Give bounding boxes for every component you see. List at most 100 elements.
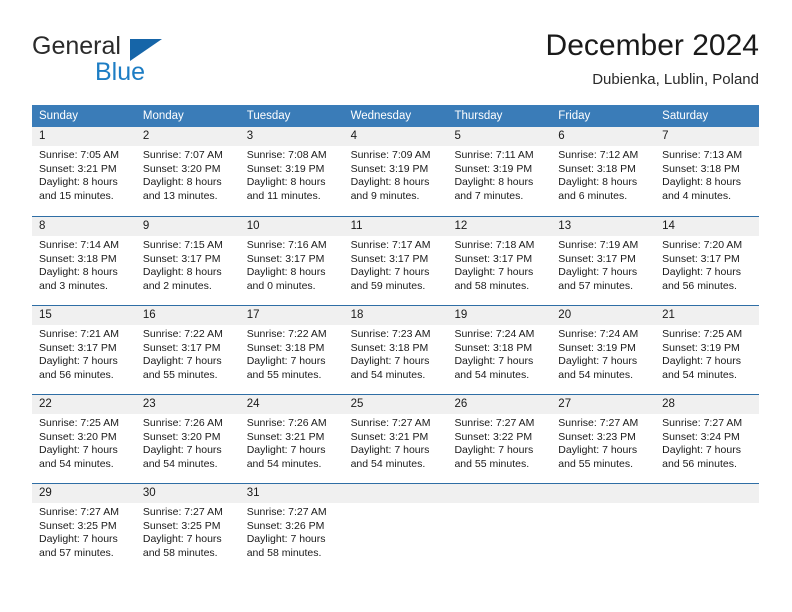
day-number[interactable]: 16 (136, 306, 240, 325)
day-cell[interactable]: Sunrise: 7:27 AM Sunset: 3:25 PM Daylight:… (32, 503, 136, 571)
day-cell[interactable]: Sunrise: 7:12 AM Sunset: 3:18 PM Daylight:… (551, 146, 655, 214)
brand-logo[interactable]: General Blue (32, 32, 262, 90)
day-number[interactable]: 3 (240, 127, 344, 146)
day-number[interactable]: 5 (447, 127, 551, 146)
day-detail-line: Daylight: 7 hours (39, 533, 118, 546)
day-number[interactable]: 29 (32, 484, 136, 503)
day-number[interactable]: 23 (136, 395, 240, 414)
day-cell[interactable]: Sunrise: 7:19 AM Sunset: 3:17 PM Daylight:… (551, 236, 655, 304)
day-cell[interactable]: Sunrise: 7:17 AM Sunset: 3:17 PM Daylight:… (344, 236, 448, 304)
day-detail-line: Daylight: 7 hours (142, 444, 222, 457)
day-cell[interactable]: Sunrise: 7:14 AM Sunset: 3:18 PM Daylight:… (32, 236, 136, 304)
day-cell[interactable]: Sunrise: 7:16 AM Sunset: 3:17 PM Daylight:… (240, 236, 344, 304)
day-detail-line: Sunrise: 7:27 AM (558, 417, 639, 429)
day-detail-line: Sunrise: 7:24 AM (558, 328, 639, 340)
day-cell[interactable]: Sunrise: 7:05 AM Sunset: 3:21 PM Daylight:… (32, 146, 136, 214)
calendar-week-row: 29 30 31 Sunrise: 7:27 AM Sunset: 3:25 PM Day… (32, 483, 759, 572)
day-number[interactable]: 15 (32, 306, 136, 325)
week-detail-band: Sunrise: 7:14 AM Sunset: 3:18 PM Daylight:… (32, 236, 759, 304)
day-cell[interactable]: Sunrise: 7:22 AM Sunset: 3:18 PM Daylight:… (240, 325, 344, 393)
page-title: December 2024 (545, 29, 759, 62)
day-cell[interactable]: Sunrise: 7:07 AM Sunset: 3:20 PM Daylight:… (136, 146, 240, 214)
day-detail-line: Daylight: 7 hours (662, 444, 741, 457)
day-number[interactable]: 1 (32, 127, 136, 146)
day-cell[interactable]: Sunrise: 7:22 AM Sunset: 3:17 PM Daylight:… (136, 325, 240, 393)
day-number[interactable]: 22 (32, 395, 136, 414)
day-detail-line: and 11 minutes. (246, 189, 321, 202)
day-cell[interactable]: Sunrise: 7:18 AM Sunset: 3:17 PM Daylight:… (447, 236, 551, 304)
day-detail-line: and 57 minutes. (39, 546, 114, 559)
day-number[interactable]: 8 (32, 217, 136, 236)
day-number[interactable]: 19 (447, 306, 551, 325)
week-detail-band: Sunrise: 7:05 AM Sunset: 3:21 PM Daylight:… (32, 146, 759, 214)
day-cell[interactable]: Sunrise: 7:13 AM Sunset: 3:18 PM Daylight:… (655, 146, 759, 214)
day-number[interactable]: 4 (344, 127, 448, 146)
day-number[interactable]: 25 (344, 395, 448, 414)
day-number[interactable]: 18 (344, 306, 448, 325)
day-detail-line: Daylight: 7 hours (246, 444, 326, 457)
day-number[interactable]: 30 (136, 484, 240, 503)
day-cell[interactable]: Sunrise: 7:20 AM Sunset: 3:17 PM Daylight:… (655, 236, 759, 304)
day-cell[interactable]: Sunrise: 7:26 AM Sunset: 3:20 PM Daylight:… (136, 414, 240, 482)
day-detail-line: Sunrise: 7:26 AM (142, 417, 223, 429)
day-cell[interactable]: Sunrise: 7:09 AM Sunset: 3:19 PM Daylight:… (344, 146, 448, 214)
day-detail-line: and 54 minutes. (662, 368, 737, 381)
day-detail-line: Sunset: 3:17 PM (142, 341, 221, 354)
day-number[interactable]: 21 (655, 306, 759, 325)
day-cell[interactable]: Sunrise: 7:24 AM Sunset: 3:18 PM Daylight:… (447, 325, 551, 393)
day-detail-line: and 9 minutes. (350, 189, 420, 202)
day-detail-line: Daylight: 8 hours (142, 176, 222, 189)
day-detail-line: Sunrise: 7:22 AM (246, 328, 327, 340)
day-number[interactable]: 17 (240, 306, 344, 325)
day-number[interactable]: 11 (344, 217, 448, 236)
day-number[interactable]: 7 (655, 127, 759, 146)
week-detail-band: Sunrise: 7:25 AM Sunset: 3:20 PM Daylight:… (32, 414, 759, 482)
day-cell[interactable]: Sunrise: 7:27 AM Sunset: 3:25 PM Daylight:… (136, 503, 240, 571)
day-cell[interactable]: Sunrise: 7:23 AM Sunset: 3:18 PM Daylight:… (344, 325, 448, 393)
day-detail-line: Sunrise: 7:27 AM (39, 506, 119, 518)
week-date-band: 29 30 31 (32, 484, 759, 503)
day-cell[interactable]: Sunrise: 7:24 AM Sunset: 3:19 PM Daylight:… (551, 325, 655, 393)
day-number[interactable]: 6 (551, 127, 655, 146)
day-cell[interactable]: Sunrise: 7:27 AM Sunset: 3:21 PM Daylight:… (344, 414, 448, 482)
day-detail-line: Sunrise: 7:09 AM (350, 149, 431, 161)
day-detail-line: Daylight: 7 hours (246, 533, 326, 546)
day-cell[interactable]: Sunrise: 7:27 AM Sunset: 3:26 PM Daylight:… (240, 503, 344, 571)
day-cell[interactable]: Sunrise: 7:21 AM Sunset: 3:17 PM Daylight:… (32, 325, 136, 393)
day-detail-line: Sunrise: 7:12 AM (558, 149, 639, 161)
day-detail-line: Daylight: 8 hours (39, 266, 118, 279)
day-cell[interactable]: Sunrise: 7:27 AM Sunset: 3:22 PM Daylight:… (447, 414, 551, 482)
day-number[interactable]: 20 (551, 306, 655, 325)
day-detail-line: Sunset: 3:17 PM (454, 252, 533, 265)
day-number[interactable]: 14 (655, 217, 759, 236)
day-cell[interactable]: Sunrise: 7:27 AM Sunset: 3:23 PM Daylight:… (551, 414, 655, 482)
day-number[interactable]: 24 (240, 395, 344, 414)
day-number[interactable]: 9 (136, 217, 240, 236)
day-number[interactable]: 27 (551, 395, 655, 414)
day-detail-line: Sunrise: 7:15 AM (142, 239, 223, 251)
day-cell[interactable]: Sunrise: 7:08 AM Sunset: 3:19 PM Daylight:… (240, 146, 344, 214)
day-cell-empty (447, 503, 551, 571)
week-date-band: 22 23 24 25 26 27 28 (32, 395, 759, 414)
day-detail-line: and 54 minutes. (246, 457, 322, 470)
day-number[interactable]: 26 (447, 395, 551, 414)
day-cell[interactable]: Sunrise: 7:25 AM Sunset: 3:19 PM Daylight:… (655, 325, 759, 393)
calendar-grid: Sunday Monday Tuesday Wednesday Thursday… (32, 105, 759, 572)
day-detail-line: Sunset: 3:19 PM (558, 341, 636, 354)
day-number[interactable]: 31 (240, 484, 344, 503)
day-cell[interactable]: Sunrise: 7:27 AM Sunset: 3:24 PM Daylight:… (655, 414, 759, 482)
day-number[interactable]: 2 (136, 127, 240, 146)
day-detail-line: Daylight: 7 hours (350, 444, 430, 457)
day-cell[interactable]: Sunrise: 7:11 AM Sunset: 3:19 PM Daylight:… (447, 146, 551, 214)
day-cell[interactable]: Sunrise: 7:26 AM Sunset: 3:21 PM Daylight:… (240, 414, 344, 482)
day-cell[interactable]: Sunrise: 7:25 AM Sunset: 3:20 PM Daylight:… (32, 414, 136, 482)
day-cell[interactable]: Sunrise: 7:15 AM Sunset: 3:17 PM Daylight:… (136, 236, 240, 304)
day-detail-line: and 54 minutes. (454, 368, 530, 381)
day-detail-line: Sunrise: 7:24 AM (454, 328, 535, 340)
day-number[interactable]: 28 (655, 395, 759, 414)
day-number[interactable]: 10 (240, 217, 344, 236)
day-number[interactable]: 12 (447, 217, 551, 236)
day-detail-line: Sunrise: 7:18 AM (454, 239, 535, 251)
day-detail-line: Sunrise: 7:25 AM (39, 417, 119, 429)
day-number[interactable]: 13 (551, 217, 655, 236)
